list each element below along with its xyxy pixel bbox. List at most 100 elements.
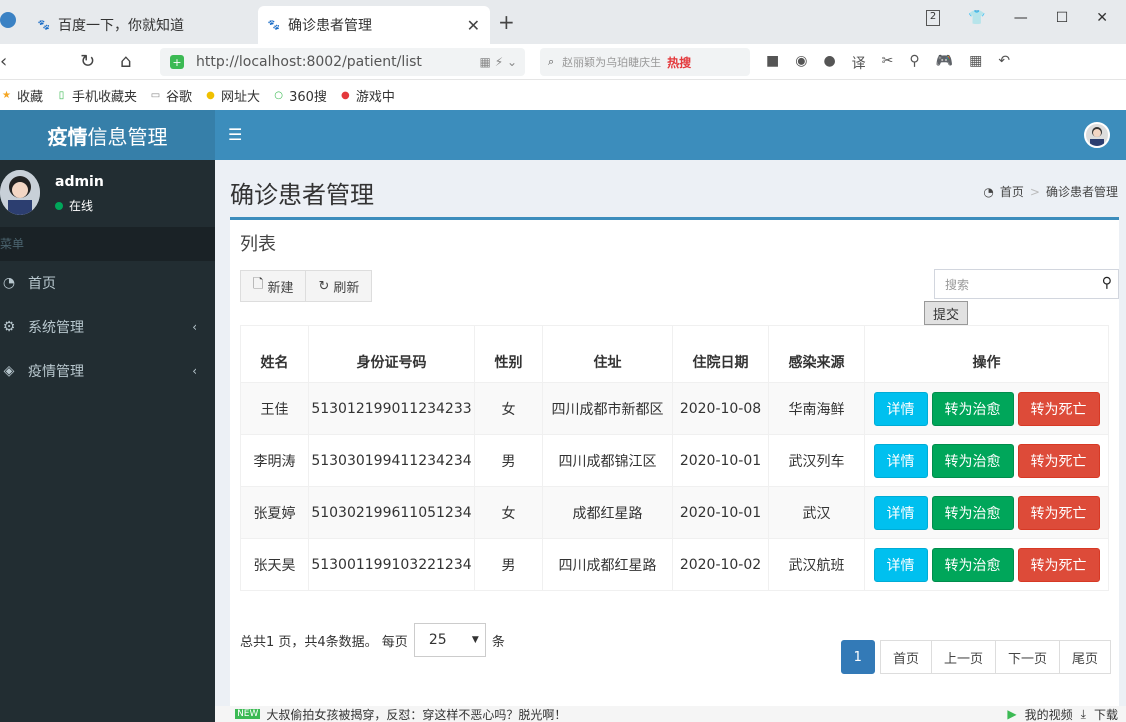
magnifier-icon[interactable]: ⚲ bbox=[909, 53, 919, 73]
breadcrumb-separator: > bbox=[1029, 184, 1040, 199]
refresh-button[interactable]: ↻ 刷新 bbox=[306, 270, 373, 302]
avatar bbox=[0, 170, 40, 215]
main-content: 确诊患者管理 ◔ 首页 > 确诊患者管理 列表 🗋 新建 ↻ 刷新 搜索 ⚲ 提… bbox=[215, 160, 1126, 722]
maximize-icon[interactable]: ☐ bbox=[1056, 10, 1069, 26]
pager-summary: 总共1 页，共4条数据。 每页 bbox=[240, 634, 408, 650]
bookmark-item[interactable]: ● 游戏中 bbox=[339, 86, 395, 105]
detail-button[interactable]: 详情 bbox=[873, 391, 928, 426]
browser-search-placeholder: 赵丽颖为乌珀睫庆生 bbox=[562, 56, 662, 69]
browser-tab-patient[interactable]: 🐾 确诊患者管理 ✕ bbox=[258, 6, 490, 44]
sidebar-toggle-icon[interactable]: ☰ bbox=[228, 125, 242, 144]
cure-button[interactable]: 转为治愈 bbox=[931, 391, 1014, 426]
online-dot-icon bbox=[55, 201, 63, 210]
prev-page-button[interactable]: 上一页 bbox=[930, 640, 996, 674]
search-icon[interactable]: ⚲ bbox=[1102, 275, 1112, 291]
cure-button[interactable]: 转为治愈 bbox=[931, 443, 1014, 478]
app-logo[interactable]: 疫情 信息管理 bbox=[0, 110, 215, 160]
new-button[interactable]: 🗋 新建 bbox=[240, 270, 307, 302]
back-icon[interactable]: ‹ bbox=[0, 51, 7, 72]
tab-label: 确诊患者管理 bbox=[288, 18, 372, 34]
bookmark-item[interactable]: ○ 360搜 bbox=[272, 86, 327, 105]
bookmark-item[interactable]: ★ 收藏 bbox=[0, 86, 43, 105]
browser-tab-baidu[interactable]: 🐾 百度一下，你就知道 bbox=[30, 6, 255, 44]
phone-icon: ▯ bbox=[58, 89, 65, 101]
last-page-button[interactable]: 尾页 bbox=[1058, 640, 1111, 674]
translate-icon[interactable]: 译 bbox=[852, 53, 866, 73]
cure-button[interactable]: 转为治愈 bbox=[931, 547, 1014, 582]
tab-count-badge[interactable]: 2 bbox=[925, 10, 941, 26]
address-bar: ‹ ↻ ⌂ + http://localhost:8002/patient/li… bbox=[0, 44, 1126, 80]
cell-date: 2020-10-01 bbox=[672, 486, 769, 539]
column-header: 姓名 bbox=[240, 325, 309, 383]
paw-icon: 🐾 bbox=[37, 19, 51, 31]
close-window-icon[interactable]: ✕ bbox=[1096, 10, 1108, 26]
bookmark-item[interactable]: ▯ 手机收藏夹 bbox=[55, 86, 137, 105]
page-size-select[interactable]: 25 ▼ bbox=[413, 623, 486, 657]
minimize-icon[interactable]: — bbox=[1014, 10, 1028, 26]
death-button[interactable]: 转为死亡 bbox=[1017, 495, 1100, 530]
hot-search-label[interactable]: 热搜 bbox=[667, 54, 691, 71]
bookmark-item[interactable]: ● 网址大 bbox=[204, 86, 260, 105]
scissors-icon[interactable]: ✂ bbox=[882, 53, 894, 73]
extension-icon[interactable]: ■ bbox=[766, 53, 779, 73]
next-page-button[interactable]: 下一页 bbox=[994, 640, 1060, 674]
page-icon: ▭ bbox=[150, 89, 161, 101]
close-tab-icon[interactable]: ✕ bbox=[467, 16, 480, 35]
cell-date: 2020-10-02 bbox=[672, 538, 769, 591]
undo-icon[interactable]: ↶ bbox=[998, 53, 1010, 73]
cell-source: 华南海鲜 bbox=[768, 382, 865, 435]
extension-icons: ■ ◉ ● 译 ✂ ⚲ 🎮 ▦ ↶ bbox=[766, 53, 1010, 73]
pagination: 1 首页 上一页 下一页 尾页 bbox=[840, 640, 1111, 674]
video-link[interactable]: 我的视频 bbox=[1025, 706, 1073, 722]
death-button[interactable]: 转为死亡 bbox=[1017, 443, 1100, 478]
search-input[interactable]: 搜索 ⚲ bbox=[934, 269, 1119, 299]
avatar[interactable] bbox=[1084, 122, 1110, 148]
news-text[interactable]: 大叔偷拍女孩被揭穿，反怼：穿这样不恶心吗？脱光啊！ bbox=[266, 706, 566, 722]
shirt-icon[interactable]: 👕 bbox=[968, 10, 985, 26]
file-icon: 🗋 bbox=[253, 277, 264, 292]
page-1[interactable]: 1 bbox=[840, 640, 875, 674]
cell-source: 武汉列车 bbox=[768, 434, 865, 487]
game-icon[interactable]: 🎮 bbox=[936, 53, 953, 73]
extension-icon[interactable]: ● bbox=[823, 53, 835, 73]
reload-icon[interactable]: ↻ bbox=[80, 51, 95, 72]
browser-logo-icon bbox=[0, 12, 16, 28]
qr-icon[interactable]: ▦ ⚡ ⌄ bbox=[480, 55, 517, 69]
sidebar-item-home[interactable]: ◔ 首页 bbox=[0, 261, 215, 305]
paw-icon: 🐾 bbox=[267, 19, 281, 31]
refresh-icon: ↻ bbox=[318, 278, 330, 294]
cure-button[interactable]: 转为治愈 bbox=[931, 495, 1014, 530]
first-page-button[interactable]: 首页 bbox=[879, 640, 932, 674]
detail-button[interactable]: 详情 bbox=[873, 443, 928, 478]
extension-icon[interactable]: ◉ bbox=[795, 53, 807, 73]
download-link[interactable]: 下载 bbox=[1094, 706, 1118, 722]
browser-search-field[interactable]: ⌕ 赵丽颖为乌珀睫庆生 热搜 bbox=[540, 48, 750, 76]
new-tab-icon[interactable]: + bbox=[498, 10, 515, 34]
cell-date: 2020-10-01 bbox=[672, 434, 769, 487]
user-name: admin bbox=[55, 174, 104, 190]
cell-date: 2020-10-08 bbox=[672, 382, 769, 435]
sidebar-item-system[interactable]: ⚙ 系统管理 ‹ bbox=[0, 305, 215, 349]
url-field[interactable]: + http://localhost:8002/patient/list ▦ ⚡… bbox=[160, 48, 525, 76]
chevron-left-icon: ‹ bbox=[192, 320, 197, 334]
search-icon: ⌕ bbox=[548, 55, 555, 68]
death-button[interactable]: 转为死亡 bbox=[1017, 391, 1100, 426]
cell-id: 513012199011234233 bbox=[308, 382, 475, 435]
window-controls: 2 👕 — ☐ ✕ bbox=[925, 10, 1126, 26]
cell-actions: 详情 转为治愈 转为死亡 bbox=[864, 538, 1109, 591]
user-status: 在线 bbox=[55, 197, 93, 214]
grid-icon[interactable]: ▦ bbox=[969, 53, 982, 73]
sidebar-item-epidemic[interactable]: ◈ 疫情管理 ‹ bbox=[0, 349, 215, 393]
detail-button[interactable]: 详情 bbox=[873, 547, 928, 582]
bookmark-item[interactable]: ▭ 谷歌 bbox=[149, 86, 192, 105]
death-button[interactable]: 转为死亡 bbox=[1017, 547, 1100, 582]
play-icon: ▶ bbox=[1007, 707, 1017, 721]
detail-button[interactable]: 详情 bbox=[873, 495, 928, 530]
cube-icon: ◈ bbox=[3, 363, 15, 379]
breadcrumb-home[interactable]: 首页 bbox=[1000, 183, 1024, 200]
cell-name: 张夏婷 bbox=[240, 486, 309, 539]
table-header-row: 姓名 身份证号码 性别 住址 住院日期 感染来源 操作 bbox=[240, 325, 1109, 383]
submit-button[interactable]: 提交 bbox=[924, 301, 968, 325]
column-header: 住院日期 bbox=[672, 325, 769, 383]
home-icon[interactable]: ⌂ bbox=[120, 51, 131, 72]
